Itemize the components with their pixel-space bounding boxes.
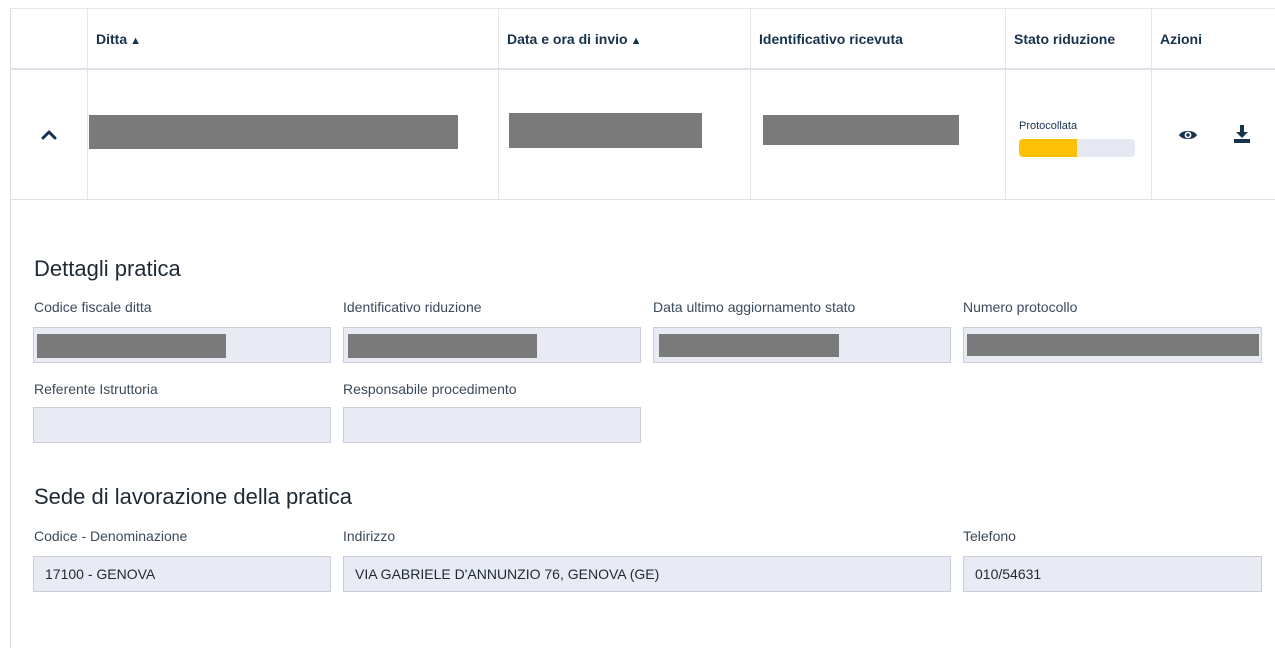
indirizzo-field: VIA GABRIELE D'ANNUNZIO 76, GENOVA (GE) — [343, 556, 951, 592]
details-title: Dettagli pratica — [34, 256, 181, 281]
column-header-stato: Stato riduzione — [1005, 8, 1151, 68]
redacted-data-invio — [509, 113, 702, 148]
column-header-label: Ditta — [96, 31, 128, 47]
redacted-identificativo — [763, 115, 959, 145]
expand-column-header — [10, 8, 87, 68]
status-progress-fill — [1019, 139, 1077, 157]
download-icon[interactable] — [1232, 124, 1252, 144]
column-header-label: Stato riduzione — [1014, 31, 1116, 47]
codice-denominazione-field: 17100 - GENOVA — [33, 556, 331, 592]
data-aggiornamento-label: Data ultimo aggiornamento stato — [653, 299, 856, 315]
column-header-label: Identificativo ricevuta — [759, 31, 903, 47]
responsabile-label: Responsabile procedimento — [343, 381, 517, 397]
redacted-codice-fiscale — [37, 334, 226, 358]
column-header-data-invio[interactable]: Data e ora di invio ▲︎ — [498, 8, 750, 68]
sort-icon[interactable]: ▲︎ — [130, 35, 141, 47]
identificativo-riduzione-label: Identificativo riduzione — [343, 299, 482, 315]
column-header-ditta[interactable]: Ditta ▲︎ — [87, 8, 498, 68]
numero-protocollo-label: Numero protocollo — [963, 299, 1078, 315]
table-header: Ditta ▲︎ Data e ora di invio ▲︎ Identifica… — [10, 8, 1275, 70]
indirizzo-label: Indirizzo — [343, 528, 396, 544]
azioni-cell — [1151, 70, 1275, 199]
redacted-ditta — [89, 115, 458, 149]
telefono-label: Telefono — [963, 528, 1016, 544]
sort-icon[interactable]: ▲︎ — [631, 35, 642, 47]
eye-icon[interactable] — [1178, 125, 1198, 145]
referente-label: Referente Istruttoria — [34, 381, 158, 397]
status-progress-bar — [1019, 139, 1135, 157]
column-header-azioni: Azioni — [1151, 8, 1275, 68]
responsabile-field — [343, 407, 641, 443]
stato-cell — [1005, 70, 1151, 199]
redacted-identificativo-riduzione — [348, 334, 537, 358]
sede-title: Sede di lavorazione della pratica — [34, 484, 352, 509]
redacted-data-aggiornamento — [659, 334, 839, 357]
column-header-identificativo: Identificativo ricevuta — [750, 8, 1005, 68]
codice-fiscale-label: Codice fiscale ditta — [34, 299, 152, 315]
column-header-label: Data e ora di invio — [507, 31, 628, 47]
telefono-field: 010/54631 — [963, 556, 1262, 592]
column-header-label: Azioni — [1160, 31, 1202, 47]
status-label: Protocollata — [1019, 120, 1078, 132]
redacted-numero-protocollo — [967, 334, 1259, 356]
referente-field — [33, 407, 331, 443]
chevron-up-icon[interactable] — [38, 124, 60, 146]
codice-denominazione-label: Codice - Denominazione — [34, 528, 188, 544]
